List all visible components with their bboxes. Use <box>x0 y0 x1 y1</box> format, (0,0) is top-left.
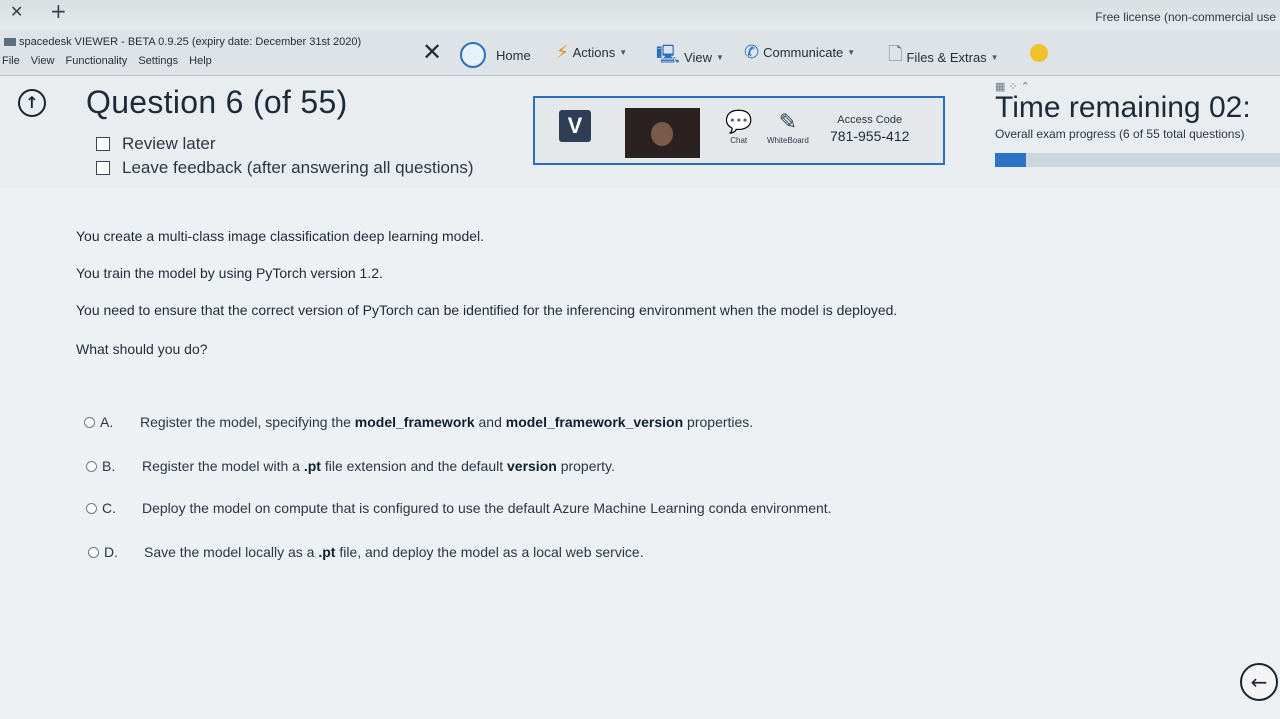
access-code-value: 781-955-412 <box>830 128 910 144</box>
menu-help[interactable]: Help <box>189 55 212 67</box>
whiteboard-button[interactable]: ✎ WhiteBoard <box>767 110 809 145</box>
proctor-v-button[interactable]: V <box>559 110 591 142</box>
menu-functionality[interactable]: Functionality <box>66 55 128 67</box>
option-text: Deploy the model on compute that is conf… <box>142 500 832 516</box>
spacedesk-logo-icon <box>4 38 16 47</box>
monitor-icon: 🖳 <box>656 44 681 65</box>
new-tab-icon[interactable]: + <box>50 0 67 23</box>
proctor-panel: V 💬 Chat ✎ WhiteBoard Access Code 781-95… <box>533 96 945 165</box>
chevron-down-icon: ▼ <box>715 52 724 62</box>
smiley-icon <box>1030 44 1048 62</box>
viewer-menu: File View Functionality Settings Help <box>2 55 220 67</box>
back-arrow-icon[interactable]: ← <box>1240 663 1278 701</box>
checkbox-icon <box>96 137 110 151</box>
webcam-person-icon <box>651 122 673 146</box>
toolbar-home-button[interactable]: Home <box>460 42 531 68</box>
whiteboard-label: WhiteBoard <box>767 136 809 145</box>
license-text: Free license (non-commercial use <box>1095 10 1276 24</box>
webcam-preview <box>625 108 700 158</box>
previous-question-icon[interactable]: ↑ <box>18 88 46 117</box>
answer-option-c[interactable]: C. Deploy the model on compute that is c… <box>86 500 832 516</box>
checkbox-icon <box>96 161 110 175</box>
toolbar-communicate-label: Communicate <box>763 45 844 60</box>
option-letter: D. <box>104 544 118 560</box>
option-letter: B. <box>102 458 116 474</box>
menu-settings[interactable]: Settings <box>138 55 178 67</box>
toolbar-close-button[interactable]: ✕ <box>422 38 446 66</box>
toolbar-actions-label: Actions <box>572 45 616 60</box>
answer-option-a[interactable]: A. Register the model, specifying the mo… <box>84 414 753 430</box>
question-stem-line: You need to ensure that the correct vers… <box>76 302 898 318</box>
radio-icon <box>84 416 95 428</box>
leave-feedback-checkbox[interactable]: Leave feedback (after answering all ques… <box>96 156 474 180</box>
toolbar-actions-button[interactable]: ⚡ Actions ▼ <box>556 42 627 63</box>
browser-tab-strip: ✕ + Free license (non-commercial use <box>0 0 1280 30</box>
chevron-down-icon: ▼ <box>619 48 628 57</box>
close-tab-icon[interactable]: ✕ <box>10 2 23 21</box>
viewer-toolbar: spacedesk VIEWER - BETA 0.9.25 (expiry d… <box>0 30 1280 76</box>
toolbar-files-label: Files & Extras <box>906 49 987 65</box>
chevron-down-icon: ▼ <box>847 48 856 57</box>
lightning-icon: ⚡ <box>556 42 569 63</box>
option-letter: C. <box>102 500 116 516</box>
exam-progress-text: Overall exam progress (6 of 55 total que… <box>995 127 1245 141</box>
question-stem-line: You create a multi-class image classific… <box>76 228 485 244</box>
exam-progress-fill <box>995 153 1027 167</box>
emoji-button[interactable] <box>1030 44 1048 62</box>
review-later-label: Review later <box>122 134 216 153</box>
viewer-title: spacedesk VIEWER - BETA 0.9.25 (expiry d… <box>4 36 361 48</box>
close-icon: ✕ <box>422 38 443 66</box>
page-title: Question 6 (of 55) <box>86 84 348 120</box>
viewer-title-text: spacedesk VIEWER - BETA 0.9.25 (expiry d… <box>19 36 362 48</box>
access-code-label: Access Code <box>837 114 903 126</box>
time-remaining: Time remaining 02: <box>995 91 1251 124</box>
question-flags: Review later Leave feedback (after answe… <box>96 132 474 180</box>
option-letter: A. <box>100 414 114 430</box>
option-text: Register the model, specifying the model… <box>140 414 754 430</box>
chevron-down-icon: ▼ <box>990 52 999 62</box>
option-text: Save the model locally as a .pt file, an… <box>144 544 644 560</box>
chat-icon: 💬 <box>725 110 753 135</box>
radio-icon <box>86 502 97 514</box>
question-stem-line: You train the model by using PyTorch ver… <box>76 265 383 281</box>
file-icon: 🗋 <box>888 44 903 65</box>
question-header: ↑ Question 6 (of 55) <box>18 84 348 121</box>
toolbar-view-label: View <box>684 49 712 65</box>
home-icon <box>460 42 486 68</box>
whiteboard-icon: ✎ <box>778 110 798 135</box>
menu-file[interactable]: File <box>2 55 20 67</box>
menu-view[interactable]: View <box>31 55 55 67</box>
question-content: You create a multi-class image classific… <box>0 188 1280 719</box>
chat-label: Chat <box>730 136 748 145</box>
question-prompt: What should you do? <box>76 341 208 357</box>
phone-icon: ✆ <box>744 42 760 63</box>
leave-feedback-label: Leave feedback (after answering all ques… <box>122 158 474 177</box>
answer-option-b[interactable]: B. Register the model with a .pt file ex… <box>86 458 615 474</box>
chat-button[interactable]: 💬 Chat <box>725 110 752 145</box>
toolbar-home-label: Home <box>496 47 531 63</box>
radio-icon <box>86 460 97 472</box>
timer-block: ▦ ⁘ ⌃ Time remaining 02: Overall exam pr… <box>995 80 1251 141</box>
toolbar-communicate-button[interactable]: ✆ Communicate ▼ <box>744 42 855 63</box>
radio-icon <box>88 546 99 558</box>
answer-option-d[interactable]: D. Save the model locally as a .pt file,… <box>88 544 644 560</box>
access-code: Access Code 781-955-412 <box>830 114 909 144</box>
review-later-checkbox[interactable]: Review later <box>96 132 474 156</box>
exam-progress-bar <box>995 153 1280 167</box>
toolbar-files-button[interactable]: 🗋 Files & Extras ▼ <box>888 42 999 72</box>
option-text: Register the model with a .pt file exten… <box>142 458 615 474</box>
toolbar-view-button[interactable]: 🖳 View ▼ <box>656 42 724 72</box>
